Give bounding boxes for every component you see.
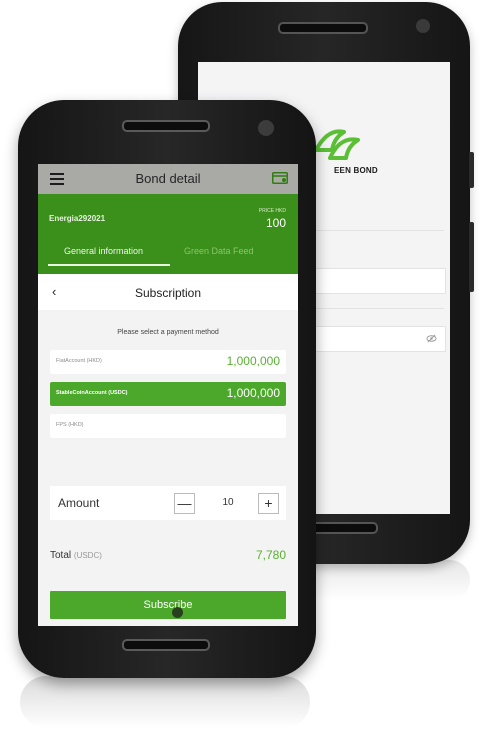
decrease-amount-button[interactable]: — xyxy=(174,493,195,514)
active-tab-indicator xyxy=(48,264,170,266)
app-bar: Bond detail xyxy=(38,164,298,194)
amount-row: Amount — 10 + xyxy=(50,486,286,520)
payment-prompt: Please select a payment method xyxy=(117,329,219,336)
eye-off-icon[interactable] xyxy=(426,333,437,344)
page-title: Bond detail xyxy=(135,171,201,186)
amount-label: Amount xyxy=(58,496,100,510)
tab-green-data-feed[interactable]: Green Data Feed xyxy=(184,246,254,256)
front-camera xyxy=(258,120,274,136)
front-phone: Bond detail Energia292021 PRICE HKD 100 … xyxy=(18,100,316,678)
subscription-title: Subscription xyxy=(134,286,202,300)
payment-option-label: FPS (HKD) xyxy=(56,422,84,428)
earpiece-speaker xyxy=(122,120,210,132)
payment-option-fps[interactable]: FPS (HKD) xyxy=(50,414,286,438)
green-bond-logo xyxy=(314,129,360,160)
bond-header: Energia292021 PRICE HKD 100 General info… xyxy=(38,194,298,274)
price-value: 100 xyxy=(265,216,286,230)
subscribe-button[interactable]: Subscribe xyxy=(50,591,286,619)
side-button xyxy=(469,222,474,292)
app-screen: Bond detail Energia292021 PRICE HKD 100 … xyxy=(38,164,298,626)
bottom-speaker xyxy=(122,639,210,651)
price-label: PRICE HKD xyxy=(258,208,286,214)
increase-amount-button[interactable]: + xyxy=(258,493,279,514)
divider xyxy=(308,308,444,309)
logo-text: EEN BOND xyxy=(334,166,378,175)
payment-option-balance: 1,000,000 xyxy=(226,386,280,400)
payment-option-stablecoin[interactable]: StableCoinAccount (USDC) 1,000,000 xyxy=(50,382,286,406)
back-phone-reflection xyxy=(300,560,470,600)
side-button xyxy=(469,152,474,188)
payment-option-balance: 1,000,000 xyxy=(226,354,280,368)
total-value: 7,780 xyxy=(255,548,286,562)
total-row: Total (USDC) 7,780 xyxy=(50,546,286,566)
amount-value[interactable]: 10 xyxy=(214,497,242,508)
subscription-header: ‹ Subscription xyxy=(38,274,298,310)
login-field[interactable] xyxy=(308,268,446,294)
bond-name: Energia292021 xyxy=(49,214,106,223)
total-unit: (USDC) xyxy=(73,551,102,560)
front-camera xyxy=(416,19,430,33)
front-phone-reflection xyxy=(20,676,310,728)
password-field[interactable] xyxy=(308,326,446,352)
total-label-text: Total xyxy=(50,550,72,561)
card-settings-icon[interactable] xyxy=(272,172,288,184)
payment-option-label: StableCoinAccount (USDC) xyxy=(56,390,128,396)
tab-general-information[interactable]: General information xyxy=(64,246,143,256)
total-label: Total (USDC) xyxy=(50,550,102,561)
payment-option-fiat[interactable]: FiatAccount (HKD) 1,000,000 xyxy=(50,350,286,374)
subscription-body: Please select a payment method FiatAccou… xyxy=(38,310,298,626)
touch-cursor xyxy=(172,607,183,618)
earpiece-speaker xyxy=(278,22,368,34)
divider xyxy=(308,230,444,231)
payment-option-label: FiatAccount (HKD) xyxy=(56,358,102,364)
